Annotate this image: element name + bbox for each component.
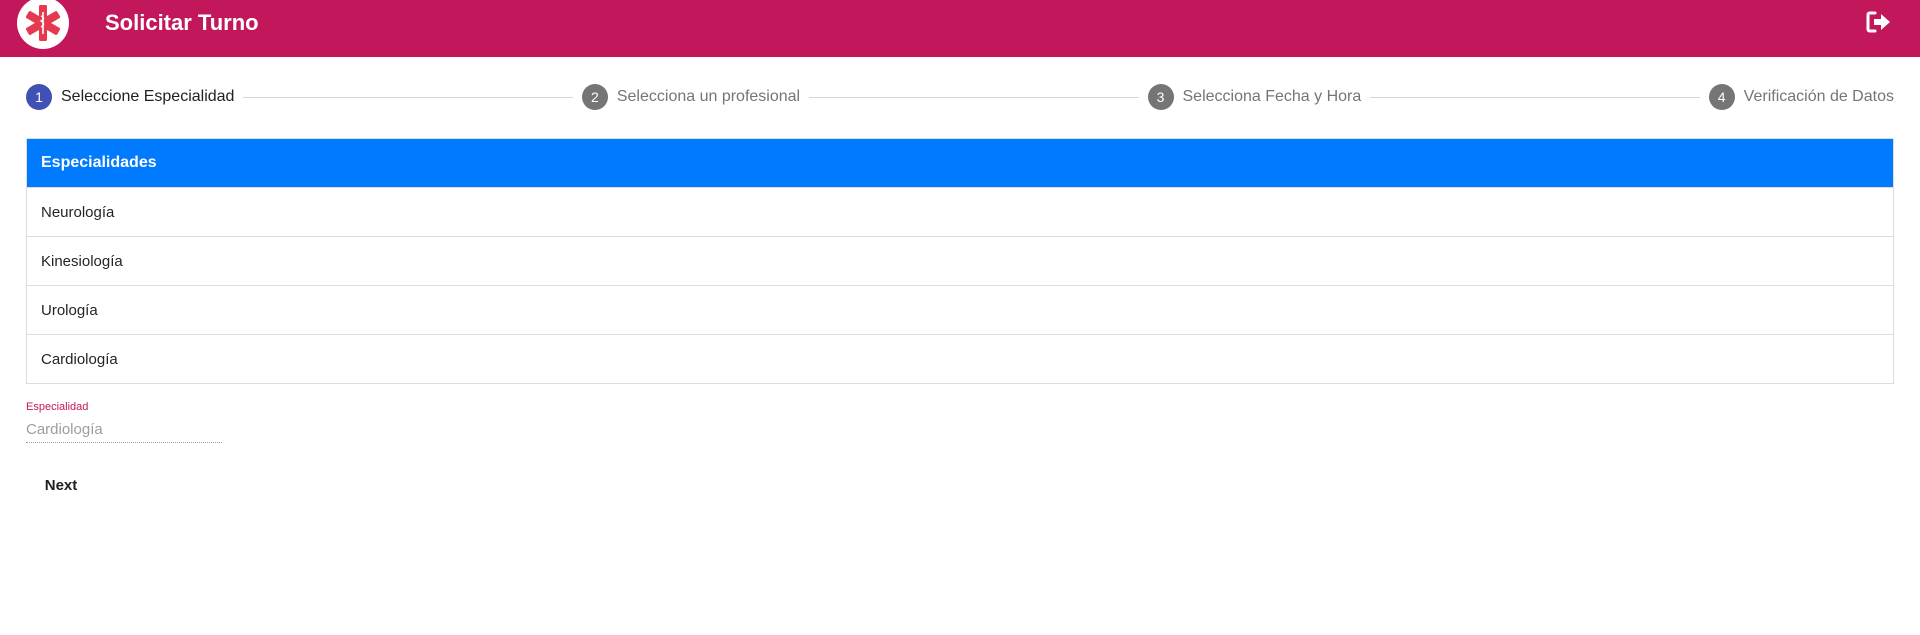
step-label: Seleccione Especialidad: [61, 88, 235, 105]
step-number: 4: [1708, 84, 1735, 110]
step-number: 3: [1147, 84, 1174, 110]
specialty-field-label: Especialidad: [26, 401, 89, 413]
top-app-bar: Solicitar Turno: [0, 0, 1920, 57]
step-4[interactable]: 4 Verificación de Datos: [1708, 84, 1894, 110]
table-row-cardiologia[interactable]: Cardiología: [27, 334, 1893, 383]
step-1[interactable]: 1 Seleccione Especialidad: [26, 84, 234, 110]
table-row-urologia[interactable]: Urología: [27, 285, 1893, 334]
specialties-table: Especialidades Neurología Kinesiología U…: [26, 138, 1894, 384]
step-3[interactable]: 3 Selecciona Fecha y Hora: [1147, 84, 1362, 110]
step-number: 2: [581, 84, 608, 110]
step-label: Verificación de Datos: [1743, 88, 1894, 105]
step-number: 1: [26, 84, 52, 110]
sign-out-icon[interactable]: [1866, 10, 1892, 34]
table-row-neurologia[interactable]: Neurología: [27, 187, 1893, 236]
specialty-input: Cardiología: [26, 421, 222, 443]
step-connector: [243, 96, 573, 98]
stepper: 1 Seleccione Especialidad 2 Selecciona u…: [26, 84, 1894, 110]
table-header: Especialidades: [27, 139, 1893, 187]
page-title: Solicitar Turno: [105, 10, 259, 35]
step-connector: [1370, 96, 1700, 98]
table-row-kinesiologia[interactable]: Kinesiología: [27, 236, 1893, 285]
step-connector: [809, 96, 1139, 98]
medical-star-icon: [17, 0, 69, 49]
step-label: Selecciona Fecha y Hora: [1182, 88, 1362, 105]
specialty-field: Especialidad Cardiología: [26, 401, 222, 443]
step-2[interactable]: 2 Selecciona un profesional: [581, 84, 801, 110]
step-label: Selecciona un profesional: [616, 88, 801, 105]
next-button[interactable]: Next: [26, 470, 96, 500]
